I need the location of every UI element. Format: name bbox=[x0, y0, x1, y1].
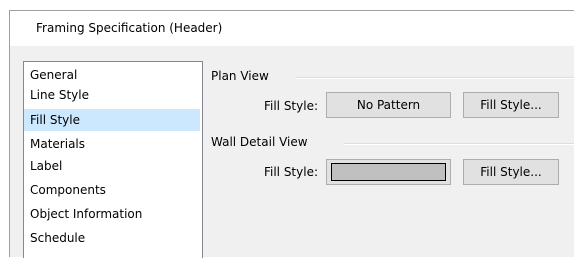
sidebar-item-materials[interactable]: Materials bbox=[24, 133, 200, 155]
sidebar-item-general[interactable]: General bbox=[24, 64, 200, 86]
plan-view-group-title: Plan View bbox=[211, 69, 273, 83]
wall-fill-style-label: Fill Style: bbox=[263, 165, 318, 179]
fill-color-swatch bbox=[331, 163, 446, 181]
sidebar-item-components[interactable]: Components bbox=[24, 179, 200, 201]
title-bar: Framing Specification (Header) bbox=[10, 11, 574, 46]
plan-fill-style-label: Fill Style: bbox=[263, 99, 318, 113]
plan-fill-style-button[interactable]: Fill Style... bbox=[463, 92, 559, 118]
dialog-window: Framing Specification (Header) General L… bbox=[9, 10, 574, 258]
wall-detail-group-line bbox=[344, 143, 574, 145]
sidebar-item-object-information[interactable]: Object Information bbox=[24, 203, 200, 225]
dialog-title: Framing Specification (Header) bbox=[36, 21, 223, 35]
plan-fill-value-button[interactable]: No Pattern bbox=[326, 92, 451, 118]
category-list[interactable]: General Line Style Fill Style Materials … bbox=[23, 61, 203, 258]
wall-fill-swatch-button[interactable] bbox=[326, 159, 451, 185]
sidebar-item-schedule[interactable]: Schedule bbox=[24, 227, 200, 249]
sidebar-item-label[interactable]: Label bbox=[24, 155, 200, 177]
plan-view-group-line bbox=[296, 77, 574, 79]
sidebar-item-fill-style[interactable]: Fill Style bbox=[24, 109, 200, 131]
sidebar-item-line-style[interactable]: Line Style bbox=[24, 84, 200, 106]
wall-detail-group-title: Wall Detail View bbox=[211, 135, 312, 149]
wall-fill-style-button[interactable]: Fill Style... bbox=[463, 159, 559, 185]
